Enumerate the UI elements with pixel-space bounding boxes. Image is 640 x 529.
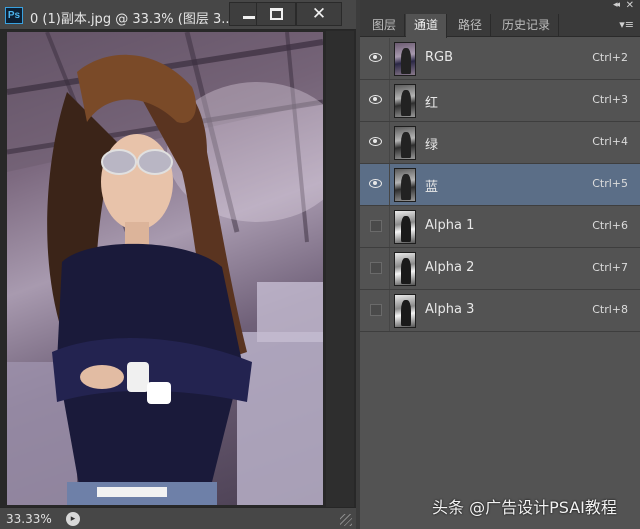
channel-row[interactable]: 蓝 Ctrl+5 bbox=[360, 164, 640, 206]
panel-close-icon[interactable]: ✕ bbox=[626, 0, 634, 11]
close-icon: ✕ bbox=[311, 4, 327, 24]
eye-icon bbox=[369, 95, 382, 104]
channel-shortcut: Ctrl+7 bbox=[592, 261, 628, 274]
thumbnail-figure bbox=[401, 216, 411, 242]
channel-thumbnail bbox=[394, 42, 416, 76]
channel-row[interactable]: 绿 Ctrl+4 bbox=[360, 122, 640, 164]
channel-name: 绿 bbox=[425, 138, 439, 153]
collapse-panel-icon[interactable]: ◂◂ bbox=[613, 0, 620, 10]
channel-name: Alpha 3 bbox=[425, 302, 475, 317]
document-title-bar[interactable]: Ps 0 (1)副本.jpg @ 33.3% (图层 3... ✕ bbox=[0, 0, 356, 30]
resize-grip-icon[interactable] bbox=[340, 514, 352, 526]
visibility-toggle[interactable] bbox=[360, 164, 390, 205]
channel-name: Alpha 2 bbox=[425, 260, 475, 275]
channel-row[interactable]: Alpha 2 Ctrl+7 bbox=[360, 248, 640, 290]
visibility-toggle[interactable] bbox=[360, 38, 390, 79]
channel-thumbnail bbox=[394, 126, 416, 160]
tab-channels[interactable]: 通道 bbox=[406, 14, 448, 38]
channel-shortcut: Ctrl+6 bbox=[592, 219, 628, 232]
panel-header-strip: ◂◂ ✕ bbox=[360, 0, 640, 14]
channel-shortcut: Ctrl+4 bbox=[592, 135, 628, 148]
channel-thumbnail bbox=[394, 252, 416, 286]
thumbnail-figure bbox=[401, 300, 411, 326]
thumbnail-figure bbox=[401, 48, 411, 74]
channel-name: 红 bbox=[425, 96, 439, 111]
visibility-toggle[interactable] bbox=[360, 206, 390, 247]
channel-row[interactable]: Alpha 1 Ctrl+6 bbox=[360, 206, 640, 248]
panel-menu-icon[interactable]: ▾≡ bbox=[619, 18, 634, 31]
channel-thumbnail bbox=[394, 84, 416, 118]
maximize-icon bbox=[270, 8, 283, 20]
eye-icon bbox=[369, 137, 382, 146]
channel-shortcut: Ctrl+8 bbox=[592, 303, 628, 316]
document-image[interactable] bbox=[7, 32, 323, 505]
canvas-scrollbar[interactable] bbox=[326, 31, 354, 507]
visibility-toggle[interactable] bbox=[360, 122, 390, 163]
channel-list: RGB Ctrl+2 红 Ctrl+3 绿 Ctrl+4 蓝 Ctrl+5 Alpha 1 Ctr… bbox=[360, 38, 640, 332]
zoom-level[interactable]: 33.33% bbox=[6, 512, 52, 526]
channel-name: 蓝 bbox=[425, 180, 439, 195]
channel-name: RGB bbox=[425, 50, 454, 65]
document-window: Ps 0 (1)副本.jpg @ 33.3% (图层 3... ✕ 33.33%… bbox=[0, 0, 356, 529]
visibility-off-icon bbox=[370, 262, 382, 274]
visibility-toggle[interactable] bbox=[360, 248, 390, 289]
tab-layers[interactable]: 图层 bbox=[364, 14, 406, 37]
visibility-toggle[interactable] bbox=[360, 80, 390, 121]
canvas-area[interactable] bbox=[0, 31, 356, 507]
channel-shortcut: Ctrl+3 bbox=[592, 93, 628, 106]
eye-icon bbox=[369, 53, 382, 62]
photo-illustration bbox=[7, 32, 323, 505]
photoshop-logo-icon: Ps bbox=[5, 7, 23, 24]
visibility-off-icon bbox=[370, 304, 382, 316]
channel-row[interactable]: RGB Ctrl+2 bbox=[360, 38, 640, 80]
channel-row[interactable]: Alpha 3 Ctrl+8 bbox=[360, 290, 640, 332]
visibility-toggle[interactable] bbox=[360, 290, 390, 331]
thumbnail-figure bbox=[401, 174, 411, 200]
channel-thumbnail bbox=[394, 294, 416, 328]
panel-tab-bar: 图层 通道 路径 历史记录 ▾≡ bbox=[360, 14, 640, 38]
status-bar: 33.33% ▸ bbox=[0, 507, 356, 529]
close-button[interactable]: ✕ bbox=[296, 2, 342, 26]
document-title: 0 (1)副本.jpg @ 33.3% (图层 3... bbox=[30, 12, 234, 27]
channel-thumbnail bbox=[394, 210, 416, 244]
thumbnail-figure bbox=[401, 90, 411, 116]
channel-row[interactable]: 红 Ctrl+3 bbox=[360, 80, 640, 122]
channel-thumbnail bbox=[394, 168, 416, 202]
minimize-icon bbox=[243, 16, 255, 19]
watermark-text: 头条 @广告设计PSAI教程 bbox=[432, 498, 617, 517]
channels-panel: ◂◂ ✕ 图层 通道 路径 历史记录 ▾≡ RGB Ctrl+2 红 Ctrl+3 绿 C… bbox=[360, 0, 640, 529]
document-info-icon[interactable]: ▸ bbox=[66, 512, 80, 526]
eye-icon bbox=[369, 179, 382, 188]
tab-history[interactable]: 历史记录 bbox=[494, 14, 560, 37]
channel-name: Alpha 1 bbox=[425, 218, 475, 233]
channel-shortcut: Ctrl+2 bbox=[592, 51, 628, 64]
thumbnail-figure bbox=[401, 132, 411, 158]
channel-shortcut: Ctrl+5 bbox=[592, 177, 628, 190]
thumbnail-figure bbox=[401, 258, 411, 284]
visibility-off-icon bbox=[370, 220, 382, 232]
maximize-button[interactable] bbox=[256, 2, 296, 26]
tab-paths[interactable]: 路径 bbox=[450, 14, 492, 37]
